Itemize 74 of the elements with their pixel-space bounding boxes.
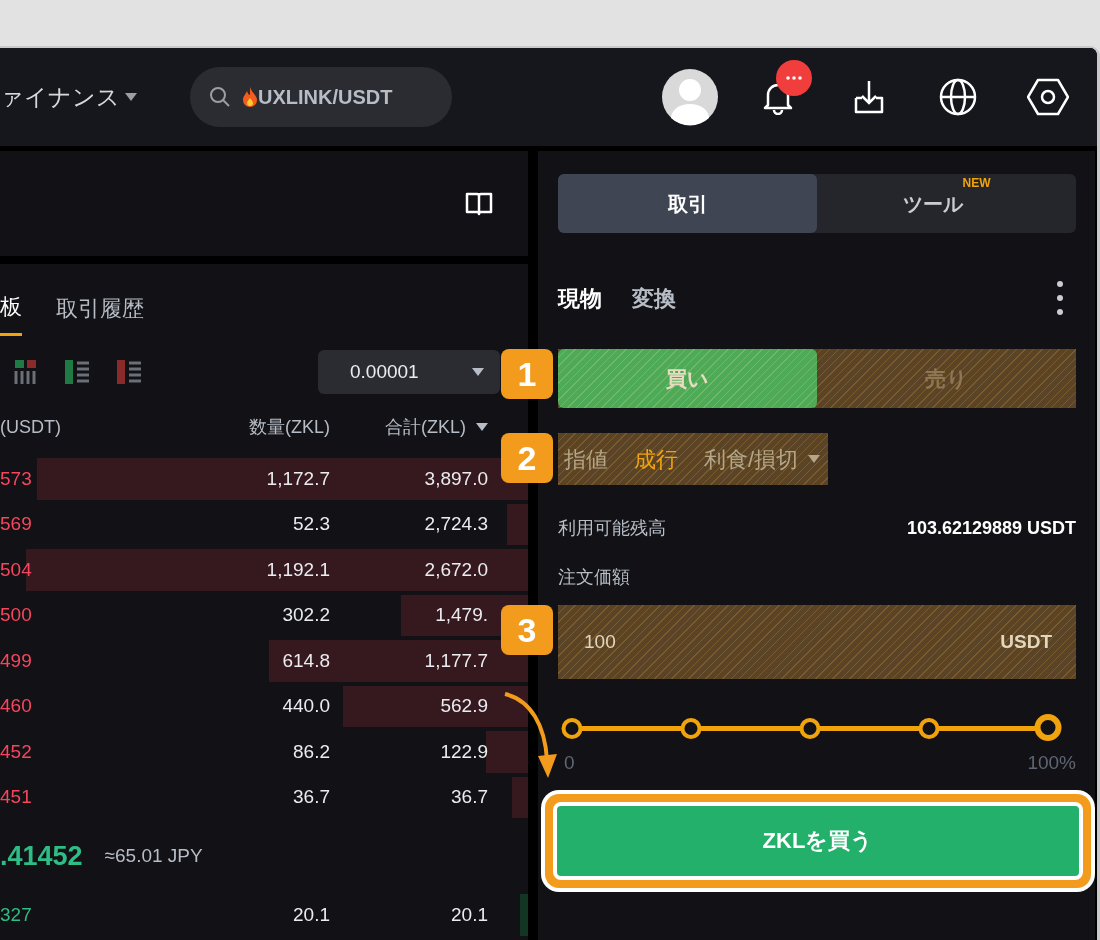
- slider-step-dot: [561, 718, 583, 739]
- book-icon[interactable]: [464, 190, 494, 217]
- order-amount: 614.8: [281, 648, 330, 673]
- balance-label: 利用可能残高: [558, 517, 666, 540]
- unit-label: USDT: [1000, 629, 1052, 654]
- order-price: 327: [0, 902, 33, 927]
- order-total: 3,897.0: [423, 466, 488, 491]
- order-price: 504: [0, 557, 33, 582]
- both-sides-layout-icon[interactable]: [14, 359, 38, 385]
- slider-min-label: 0: [564, 751, 575, 775]
- order-amount: 302.2: [281, 603, 330, 627]
- mode-tab[interactable]: 変換: [632, 281, 676, 315]
- slider-step-dot: [799, 718, 821, 739]
- search-input[interactable]: UXLINK/USDT: [258, 82, 428, 112]
- bids-layout-icon[interactable]: [64, 359, 90, 385]
- order-amount: 1,172.7: [265, 466, 330, 491]
- order-price: 500: [0, 603, 33, 627]
- order-price: 569: [0, 512, 33, 536]
- order-type-tab[interactable]: 指値: [564, 442, 608, 476]
- slider[interactable]: [560, 713, 1062, 743]
- menu-label[interactable]: ァイナンス: [0, 79, 120, 115]
- column-header: 数量(ZKL): [249, 416, 330, 437]
- more-icon[interactable]: [1056, 280, 1064, 316]
- order-total: 20.1: [450, 902, 488, 927]
- precision-dropdown[interactable]: 0.00001: [318, 350, 500, 394]
- column-header: (USDT): [0, 416, 61, 437]
- step-number-badge: 3: [501, 605, 553, 655]
- slider-step-dot: [680, 718, 702, 739]
- order-total: 1,177.7: [423, 648, 488, 673]
- flame-icon: [242, 86, 258, 108]
- slider-thumb[interactable]: [1034, 714, 1062, 741]
- column-header[interactable]: 合計(ZKL): [385, 413, 466, 441]
- search-icon: [208, 85, 232, 109]
- caret-icon[interactable]: [476, 423, 488, 431]
- field-label: 注文価額: [558, 566, 631, 589]
- order-price: 573: [0, 466, 33, 491]
- balance-value: 103.62129889 USDT: [906, 517, 1076, 540]
- mode-tab[interactable]: 現物: [558, 281, 602, 315]
- slider-max-label: 100%: [1027, 751, 1076, 775]
- trade-tab[interactable]: 取引: [558, 174, 817, 233]
- caret-icon[interactable]: [124, 92, 138, 102]
- order-type-tab[interactable]: 利食/損切: [704, 442, 821, 476]
- order-price: 460: [0, 694, 33, 718]
- avatar-icon[interactable]: [661, 68, 719, 126]
- orderbook-tab[interactable]: 板: [0, 282, 22, 336]
- amount-input[interactable]: 100: [582, 626, 702, 658]
- globe-icon[interactable]: [939, 78, 977, 116]
- order-total: 122.9: [439, 739, 488, 764]
- settings-icon[interactable]: [1027, 78, 1069, 116]
- order-total: 1,479.: [434, 603, 488, 627]
- step-number-badge: 1: [501, 349, 553, 399]
- order-amount: 86.2: [292, 739, 330, 764]
- search-field[interactable]: UXLINK/USDT: [190, 67, 452, 127]
- order-price: 499: [0, 648, 33, 673]
- order-price: 451: [0, 785, 33, 809]
- order-amount: 1,192.1: [265, 557, 330, 582]
- order-amount: 36.7: [292, 785, 330, 809]
- caret-icon: [472, 368, 484, 376]
- fiat-price: ≈65.01 JPY: [104, 843, 203, 868]
- order-type-tab[interactable]: 成行: [634, 442, 678, 476]
- order-amount: 440.0: [281, 694, 330, 718]
- order-amount: 52.3: [292, 512, 330, 536]
- order-price: 452: [0, 739, 33, 764]
- order-total: 2,724.3: [423, 512, 488, 536]
- order-total: 562.9: [439, 694, 488, 718]
- asks-layout-icon[interactable]: [116, 359, 142, 385]
- order-total: 2,672.0: [423, 557, 488, 582]
- step-number-badge: 2: [501, 433, 553, 483]
- order-amount: 20.1: [292, 902, 330, 927]
- orderbook-tab[interactable]: 取引履歴: [56, 282, 144, 336]
- order-total: 36.7: [450, 785, 488, 809]
- notification-badge-icon: [775, 59, 813, 97]
- slider-step-dot: [918, 718, 940, 739]
- last-price: .41452: [0, 839, 83, 873]
